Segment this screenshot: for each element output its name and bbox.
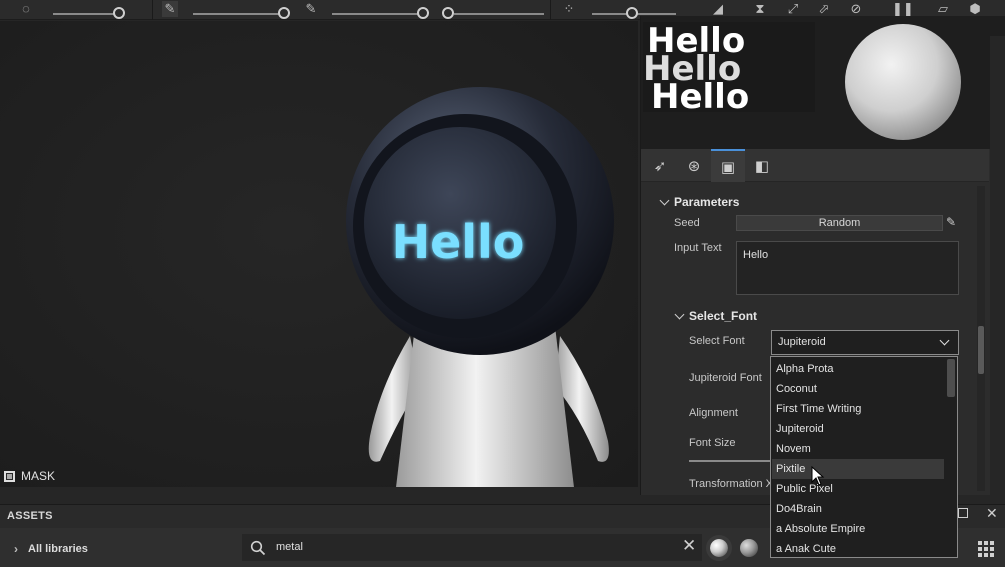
font-dropdown-list[interactable]: Alpha Prota Coconut First Time Writing J…	[770, 356, 958, 558]
stencil-icon: ▣	[720, 158, 736, 176]
alignment-icon[interactable]: ◢	[710, 1, 726, 17]
parameters-section-header[interactable]: Parameters	[659, 195, 740, 209]
assets-title: ASSETS	[7, 510, 53, 522]
brush-alt-icon[interactable]: ✎	[303, 1, 319, 17]
toolbar-slider-size-knob[interactable]	[113, 7, 125, 19]
all-libraries-item[interactable]: › All libraries	[14, 542, 88, 556]
panel-scrollbar-thumb[interactable]	[978, 326, 984, 374]
smart-material-filter-button[interactable]	[740, 539, 758, 557]
font-option[interactable]: Alpha Prota	[772, 359, 944, 379]
mascot-model: Hello	[346, 87, 614, 487]
tab-material[interactable]: ⊛	[677, 149, 711, 182]
alignment-label: Alignment	[689, 407, 738, 419]
svg-text:Hello: Hello	[651, 77, 749, 112]
toolbar-slider-size[interactable]	[53, 13, 121, 15]
chevron-down-icon	[939, 335, 950, 346]
mouse-cursor-icon	[811, 466, 825, 486]
chevron-down-icon	[674, 309, 685, 319]
chevron-down-icon	[659, 195, 670, 205]
dropdown-scrollbar-thumb[interactable]	[947, 359, 955, 397]
toolbar-separator	[152, 0, 153, 20]
seed-label: Seed	[674, 217, 700, 229]
toolbar-slider-flow[interactable]	[193, 13, 285, 15]
close-icon[interactable]: ✕	[986, 505, 998, 522]
input-text-label: Input Text	[674, 242, 722, 254]
assets-search-field[interactable]: metal ✕	[242, 534, 702, 561]
brush-icon[interactable]: ✎	[162, 1, 178, 17]
gradient-icon: ◧	[754, 157, 770, 175]
panel-tabs: ➶ ⊛ ▣ ◧	[641, 149, 989, 182]
lasso-select-icon[interactable]: ◌	[18, 1, 34, 17]
font-option[interactable]: Coconut	[772, 379, 944, 399]
font-option[interactable]: Jupiteroid	[772, 419, 944, 439]
maximize-panel-icon[interactable]	[958, 508, 968, 518]
all-libraries-label: All libraries	[28, 543, 88, 555]
material-ball-icon: ⊛	[687, 157, 701, 175]
chevron-right-icon: ›	[14, 542, 18, 556]
feather-brush-icon: ➶	[653, 157, 667, 175]
toolbar-slider-spacing-knob[interactable]	[442, 7, 454, 19]
font-select-value: Jupiteroid	[778, 336, 826, 348]
font-option[interactable]: Do4Brain	[772, 499, 944, 519]
parameters-title: Parameters	[674, 195, 740, 209]
search-input[interactable]: metal	[276, 541, 303, 553]
hide-icon[interactable]: ⊘	[848, 1, 864, 17]
mask-label-text: MASK	[21, 469, 56, 483]
toolbar-slider-opacity[interactable]	[332, 13, 424, 15]
select-font-label: Select Font	[689, 335, 745, 347]
mask-toggle[interactable]: MASK	[4, 469, 55, 483]
tab-brush[interactable]: ➶	[643, 149, 677, 182]
search-icon	[250, 540, 266, 556]
select-font-title: Select_Font	[689, 309, 758, 323]
font-option[interactable]: Public Pixel	[772, 479, 944, 499]
font-option[interactable]: Novem	[772, 439, 944, 459]
display-settings-icon[interactable]: ⬢	[967, 1, 983, 17]
jupiteroid-font-label: Jupiteroid Font	[689, 372, 762, 384]
font-size-slider[interactable]	[689, 460, 779, 462]
mask-checkbox[interactable]	[4, 470, 15, 482]
material-filter-button[interactable]	[706, 535, 732, 561]
symmetry-icon[interactable]: ⧗	[752, 1, 768, 17]
toolbar-slider-jitter-knob[interactable]	[626, 7, 638, 19]
input-text-field[interactable]: Hello	[736, 241, 959, 295]
clear-search-icon[interactable]: ✕	[682, 536, 696, 556]
3d-viewport[interactable]: Hello MASK	[0, 21, 638, 487]
toolbar-slider-spacing[interactable]	[454, 13, 544, 15]
camera-view-icon[interactable]: ▱	[935, 1, 951, 17]
grid-view-icon[interactable]	[978, 541, 994, 557]
font-option[interactable]: a Absolute Empire	[772, 519, 944, 539]
mascot-hello-text: Hello	[392, 215, 525, 269]
font-option[interactable]: First Time Writing	[772, 399, 944, 419]
toolbar-slider-flow-knob[interactable]	[278, 7, 290, 19]
font-option-hovered[interactable]: Pixtile	[772, 459, 944, 479]
text-preview-thumbnail: Hello Hello Hello	[643, 22, 815, 112]
toolbar-slider-opacity-knob[interactable]	[417, 7, 429, 19]
material-preview: Hello Hello Hello	[641, 16, 1005, 149]
outer-scrollbar[interactable]	[990, 36, 1005, 495]
select-font-section-header[interactable]: Select_Font	[674, 309, 758, 323]
seed-random-button[interactable]: Random	[736, 215, 943, 231]
lazy-mouse-icon[interactable]: ⤢	[785, 1, 801, 17]
font-option[interactable]: a Anak Cute	[772, 539, 944, 557]
pause-icon[interactable]: ❚❚	[892, 1, 914, 17]
tab-stencil[interactable]: ▣	[711, 149, 745, 182]
font-size-label: Font Size	[689, 437, 736, 449]
transformation-x-label: Transformation X	[689, 478, 773, 490]
scatter-icon[interactable]: ⁘	[561, 1, 577, 17]
pencil-icon[interactable]: ✎	[946, 215, 960, 231]
tab-gradient[interactable]: ◧	[745, 149, 779, 182]
toolbar-separator	[550, 0, 551, 20]
material-sphere-preview	[845, 24, 961, 140]
font-select-dropdown[interactable]: Jupiteroid	[771, 330, 959, 355]
transform-icon[interactable]: ⬀	[816, 1, 832, 17]
